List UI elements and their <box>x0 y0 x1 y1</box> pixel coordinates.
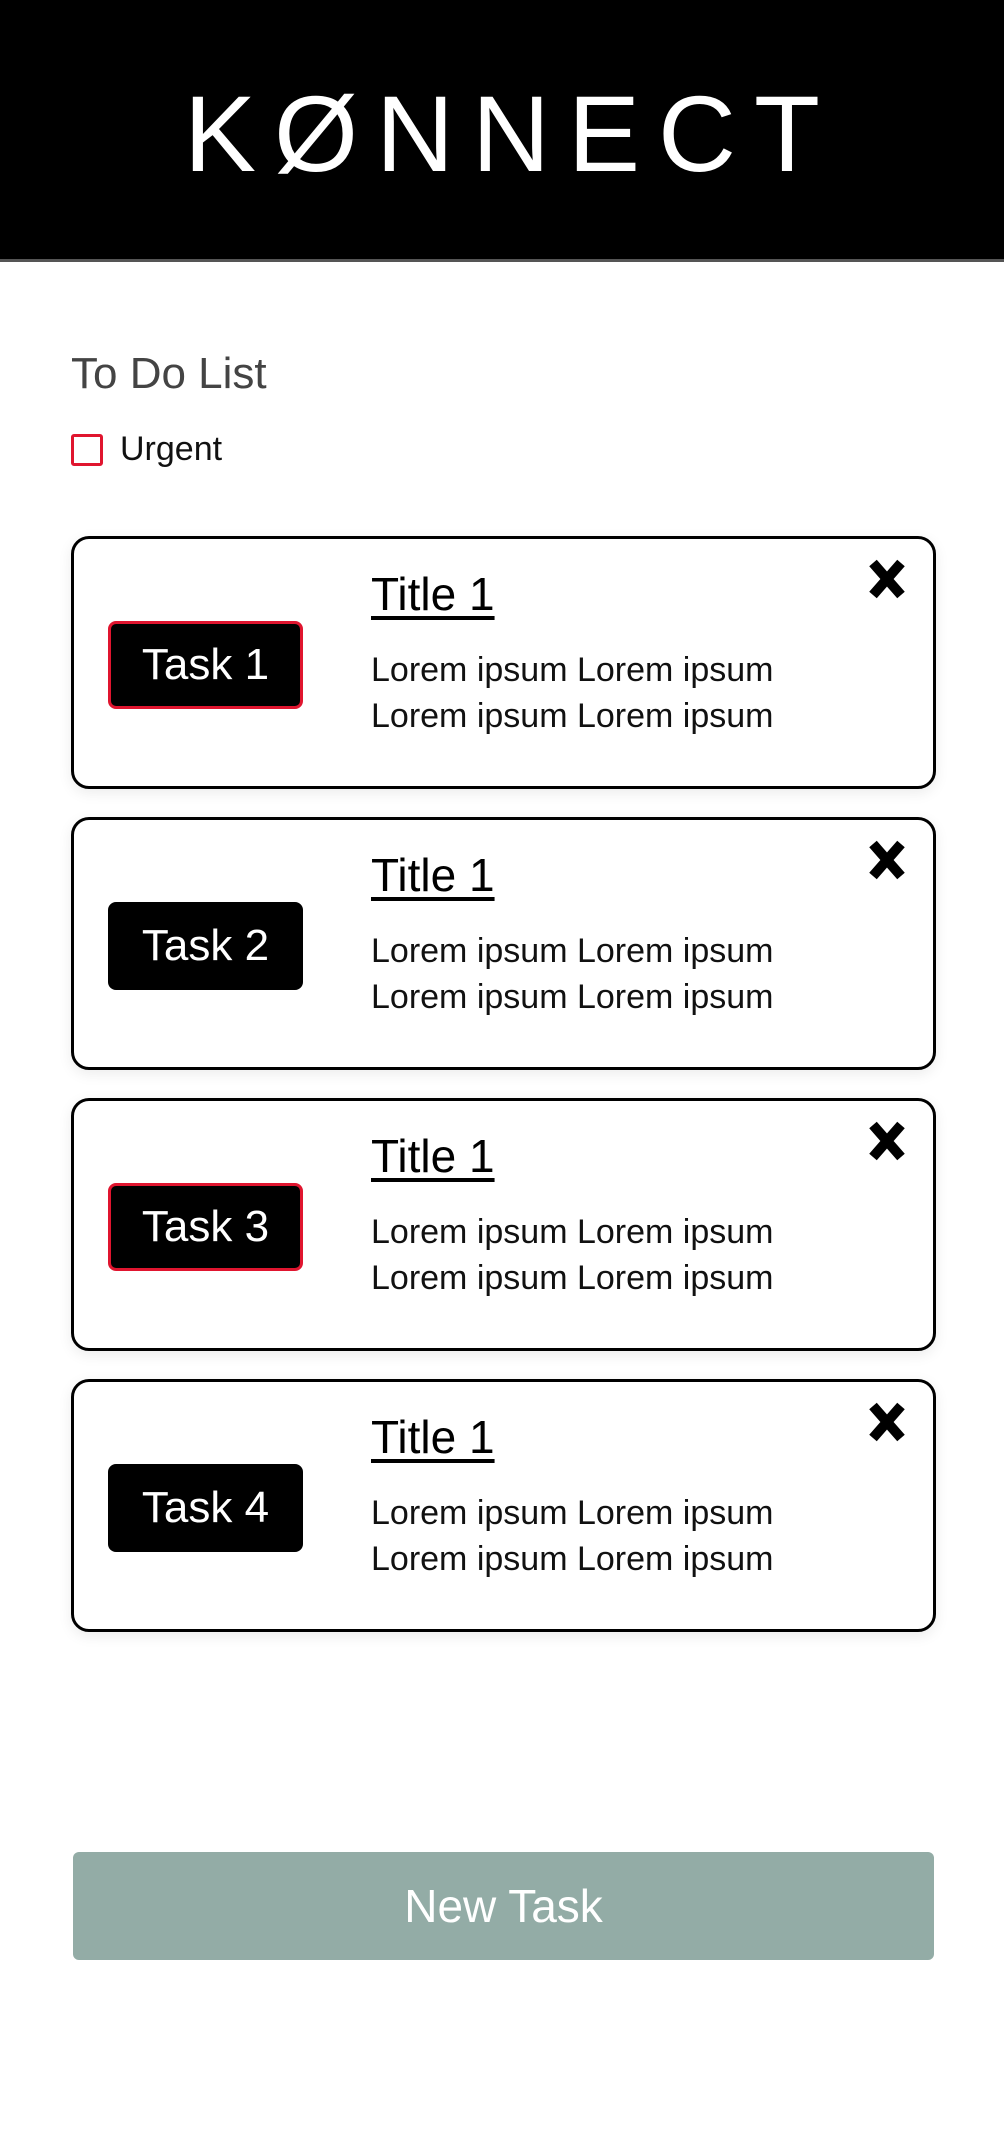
task-chip[interactable]: Task 3 <box>108 1183 303 1271</box>
task-title[interactable]: Title 1 <box>371 850 495 901</box>
urgent-checkbox[interactable] <box>71 433 103 466</box>
task-card[interactable]: Task 2 Title 1 Lorem ipsum Lorem ipsum L… <box>71 817 936 1070</box>
task-card[interactable]: Task 1 Title 1 Lorem ipsum Lorem ipsum L… <box>71 536 936 789</box>
app-header: KØNNECT <box>0 0 1004 262</box>
task-description: Lorem ipsum Lorem ipsum Lorem ipsum Lore… <box>371 651 774 735</box>
task-title[interactable]: Title 1 <box>371 1412 495 1463</box>
task-title[interactable]: Title 1 <box>371 1131 495 1182</box>
task-title[interactable]: Title 1 <box>371 569 495 620</box>
urgent-label: Urgent <box>120 430 223 468</box>
page-title: To Do List <box>71 349 267 398</box>
logo: KØNNECT <box>183 72 839 194</box>
close-icon[interactable] <box>863 834 911 886</box>
close-icon[interactable] <box>863 1396 911 1448</box>
task-card[interactable]: Task 4 Title 1 Lorem ipsum Lorem ipsum L… <box>71 1379 936 1632</box>
task-chip[interactable]: Task 2 <box>108 902 303 990</box>
task-chip[interactable]: Task 4 <box>108 1464 303 1552</box>
task-list: Task 1 Title 1 Lorem ipsum Lorem ipsum L… <box>71 536 936 1660</box>
task-description: Lorem ipsum Lorem ipsum Lorem ipsum Lore… <box>371 1494 774 1578</box>
close-icon[interactable] <box>863 553 911 605</box>
close-icon[interactable] <box>863 1115 911 1167</box>
new-task-button[interactable]: New Task <box>73 1852 934 1960</box>
urgent-filter[interactable]: Urgent <box>71 430 222 469</box>
task-card[interactable]: Task 3 Title 1 Lorem ipsum Lorem ipsum L… <box>71 1098 936 1351</box>
task-description: Lorem ipsum Lorem ipsum Lorem ipsum Lore… <box>371 1213 774 1297</box>
task-chip[interactable]: Task 1 <box>108 621 303 709</box>
task-description: Lorem ipsum Lorem ipsum Lorem ipsum Lore… <box>371 932 774 1016</box>
